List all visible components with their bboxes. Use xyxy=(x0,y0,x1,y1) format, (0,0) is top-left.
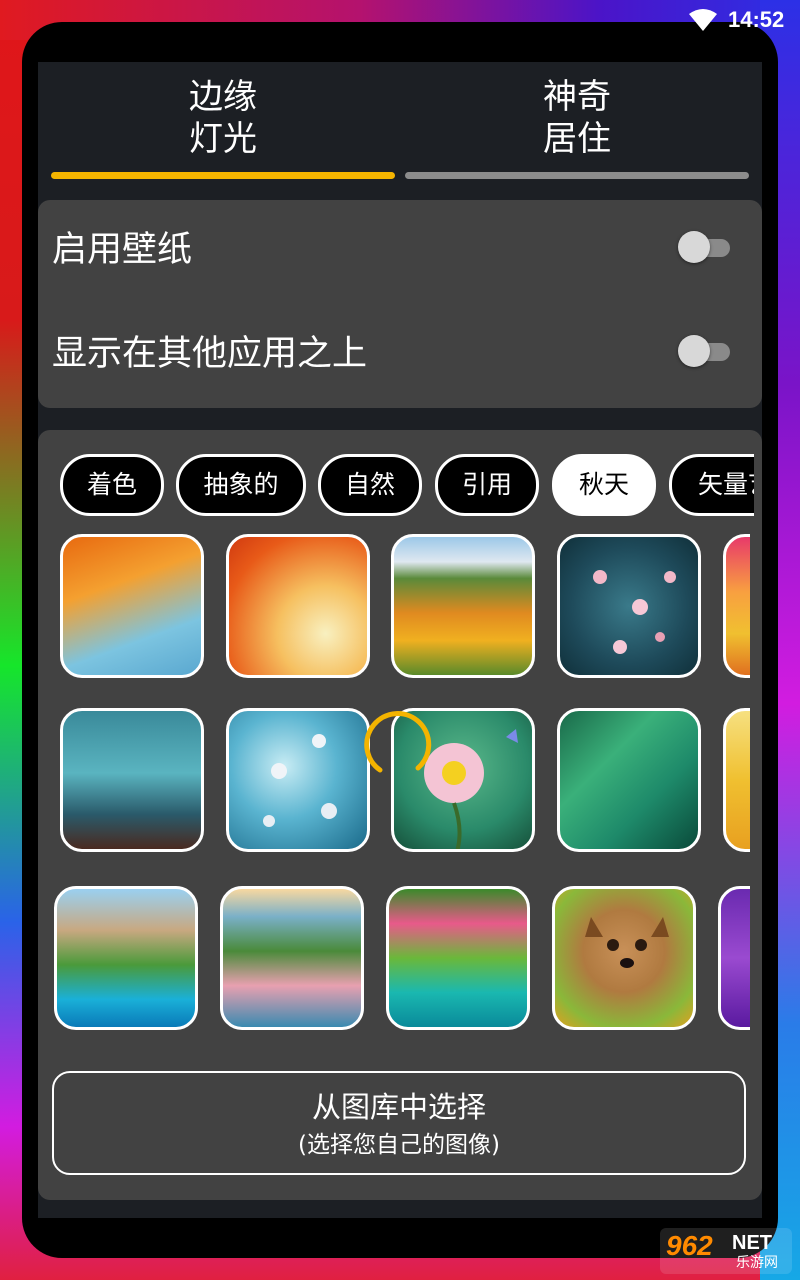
wallpaper-golden-forest[interactable] xyxy=(723,708,750,852)
enable-wallpaper-toggle[interactable] xyxy=(678,230,730,264)
wallpaper-autumn-sunset[interactable] xyxy=(723,534,750,678)
tab-indicator xyxy=(405,172,749,179)
site-watermark: 962 NET 乐游网 xyxy=(660,1228,792,1274)
show-over-apps-toggle[interactable] xyxy=(678,334,730,368)
setting-enable-wallpaper: 启用壁纸 xyxy=(38,200,762,300)
wallpaper-plum-blossom-branch[interactable] xyxy=(557,534,701,678)
loading-spinner-icon xyxy=(364,711,432,773)
setting-label: 启用壁纸 xyxy=(52,230,193,270)
wallpaper-green-leaves[interactable] xyxy=(557,708,701,852)
tab-magic-live[interactable]: 神奇 居住 xyxy=(405,76,749,160)
wallpaper-orange-maple-leaves[interactable] xyxy=(226,534,370,678)
gallery-button-subtitle: (选择您自己的图像) xyxy=(298,1132,500,1158)
watermark-site: 乐游网 xyxy=(736,1255,778,1271)
wallpaper-autumn-mountain-forest[interactable] xyxy=(391,534,535,678)
chip-vector-art[interactable]: 矢量艺 xyxy=(669,454,754,516)
toggle-thumb xyxy=(678,335,710,367)
choose-from-gallery-button[interactable]: 从图库中选择 (选择您自己的图像) xyxy=(52,1071,746,1175)
toggle-thumb xyxy=(678,231,710,263)
status-time: 14:52 xyxy=(728,7,785,32)
wallpaper-flower-waterfall[interactable] xyxy=(386,886,530,1030)
wallpaper-purple-flower[interactable] xyxy=(718,886,750,1030)
chip-abstract[interactable]: 抽象的 xyxy=(176,454,306,516)
setting-show-over-apps: 显示在其他应用之上 xyxy=(38,304,762,404)
wallpaper-blue-blossom-branch[interactable] xyxy=(226,708,370,852)
app-screen: 边缘 灯光 神奇 居住 启用壁纸 显示在其他应用之上 着色 抽象的 自然 引用 … xyxy=(38,62,762,1218)
wallpaper-waterfall-mountain[interactable] xyxy=(54,886,198,1030)
wallpaper-grid xyxy=(38,534,750,1054)
chip-coloring[interactable]: 着色 xyxy=(60,454,164,516)
blossom-decor xyxy=(263,734,337,827)
wifi-icon xyxy=(689,9,717,31)
wallpaper-mountain-sunrise-blossom[interactable] xyxy=(220,886,364,1030)
gallery-button-title: 从图库中选择 xyxy=(311,1090,486,1124)
watermark-number: 962 xyxy=(666,1230,713,1261)
category-chips[interactable]: 着色 抽象的 自然 引用 秋天 矢量艺 xyxy=(60,454,754,516)
tab-label-line1: 神奇 xyxy=(543,77,611,117)
chip-quotes[interactable]: 引用 xyxy=(435,454,539,516)
tab-indicator-selected xyxy=(51,172,395,179)
wallpaper-misty-autumn-forest[interactable] xyxy=(60,708,204,852)
blossom-decor xyxy=(593,570,676,654)
wallpaper-autumn-maple-leaves[interactable] xyxy=(60,534,204,678)
tab-label-line1: 边缘 xyxy=(189,77,257,117)
tab-edge-lighting[interactable]: 边缘 灯光 xyxy=(51,76,395,160)
setting-label: 显示在其他应用之上 xyxy=(52,334,368,374)
wallpaper-yorkshire-terrier[interactable] xyxy=(552,886,696,1030)
wallpaper-card: 着色 抽象的 自然 引用 秋天 矢量艺 xyxy=(38,430,762,1200)
tab-label-line2: 居住 xyxy=(543,119,611,159)
settings-card: 启用壁纸 显示在其他应用之上 xyxy=(38,200,762,408)
dog-decor xyxy=(585,917,669,968)
chip-nature[interactable]: 自然 xyxy=(318,454,422,516)
chip-autumn[interactable]: 秋天 xyxy=(552,454,656,516)
status-bar: 14:52 xyxy=(0,0,800,42)
tab-label-line2: 灯光 xyxy=(189,119,257,159)
